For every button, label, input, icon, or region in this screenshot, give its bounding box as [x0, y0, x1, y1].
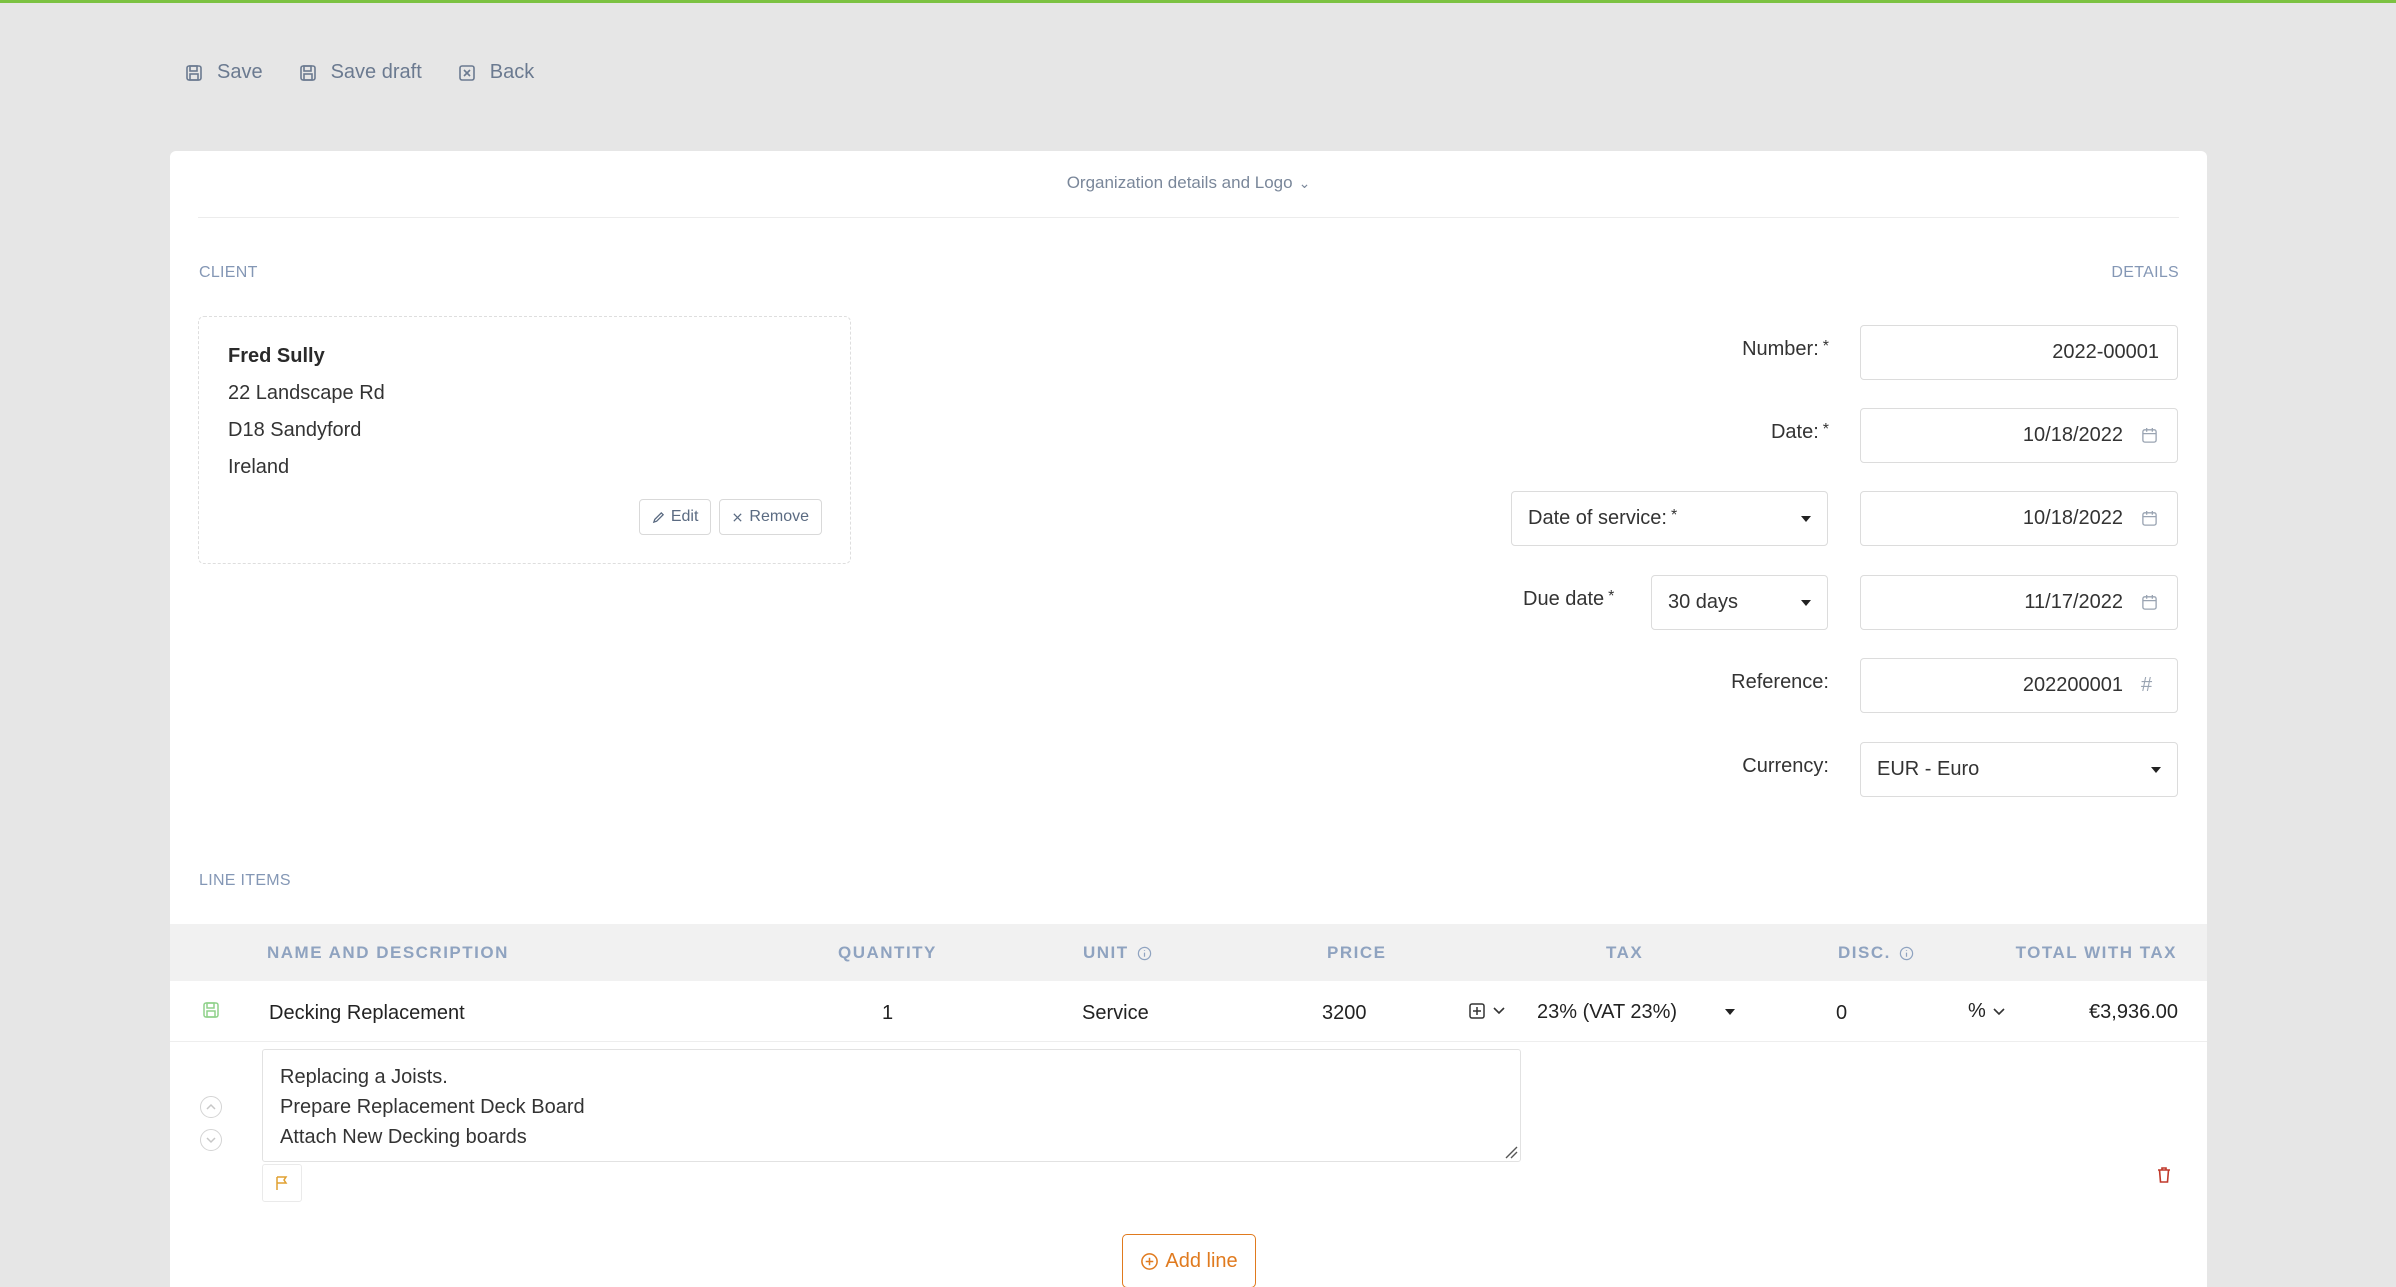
- due-date-input[interactable]: 11/17/2022: [1860, 575, 2178, 630]
- description-line: Replacing a Joists.: [280, 1066, 448, 1088]
- currency-value: EUR - Euro: [1877, 758, 1980, 780]
- service-date-select-value: Date of service: *: [1528, 507, 1678, 529]
- info-icon[interactable]: [1137, 946, 1152, 961]
- caret-down-icon: [2151, 766, 2161, 773]
- client-section-title: CLIENT: [199, 264, 258, 281]
- client-actions: Edit Remove: [638, 499, 822, 535]
- flag-icon: [276, 1176, 288, 1190]
- date-label: Date: *: [1770, 421, 1829, 443]
- due-terms-select[interactable]: 30 days: [1651, 575, 1828, 630]
- close-icon: [733, 512, 743, 522]
- org-details-label: Organization details and Logo: [1066, 173, 1293, 192]
- caret-down-icon: [1801, 599, 1811, 606]
- save-label: Save: [217, 61, 263, 83]
- line-items-section-title: LINE ITEMS: [199, 872, 291, 889]
- save-draft-button[interactable]: Save draft: [299, 61, 422, 84]
- col-quantity-header: QUANTITY: [838, 943, 937, 962]
- due-terms-value: 30 days: [1668, 591, 1739, 613]
- row-divider: [170, 1041, 2207, 1042]
- item-tax-select[interactable]: 23% (VAT 23%): [1537, 993, 1747, 1031]
- calendar-icon: [2141, 427, 2159, 445]
- date-input[interactable]: 10/18/2022: [1860, 408, 2178, 463]
- chevron-down-icon: [1993, 1007, 2005, 1015]
- number-input[interactable]: 2022-00001: [1860, 325, 2178, 380]
- service-date-select[interactable]: Date of service: *: [1511, 491, 1828, 546]
- discount-type-select[interactable]: %: [1968, 1000, 2006, 1023]
- hash-icon: #: [2141, 674, 2153, 696]
- client-country: Ireland: [228, 456, 290, 478]
- back-button[interactable]: Back: [458, 61, 534, 84]
- move-up-icon[interactable]: [200, 1096, 222, 1118]
- add-line-button[interactable]: Add line: [1122, 1234, 1256, 1287]
- back-label: Back: [489, 61, 535, 83]
- details-section-title: DETAILS: [2111, 264, 2179, 281]
- item-unit[interactable]: Service: [1082, 1002, 1149, 1025]
- edit-label: Edit: [670, 508, 699, 525]
- calendar-icon: [2141, 510, 2159, 528]
- item-discount[interactable]: 0: [1836, 1002, 1847, 1025]
- currency-label: Currency:: [1742, 755, 1829, 777]
- plus-circle-icon: [1141, 1252, 1159, 1270]
- currency-select[interactable]: EUR - Euro: [1860, 742, 2178, 797]
- move-down-icon[interactable]: [200, 1129, 222, 1151]
- number-value: 2022-00001: [2052, 341, 2159, 363]
- plus-square-icon: [1469, 1003, 1485, 1019]
- reference-value: 202200001: [2022, 674, 2123, 696]
- reference-input[interactable]: 202200001 #: [1860, 658, 2178, 713]
- service-date-value: 10/18/2022: [2022, 507, 2123, 529]
- item-price[interactable]: 3200: [1322, 1002, 1367, 1025]
- save-row-icon[interactable]: [202, 1001, 220, 1019]
- item-name[interactable]: Decking Replacement: [269, 1002, 465, 1025]
- divider: [198, 217, 2179, 218]
- save-draft-label: Save draft: [330, 61, 422, 83]
- trash-icon[interactable]: [2156, 1166, 2172, 1184]
- remove-client-button[interactable]: Remove: [719, 499, 822, 535]
- info-icon[interactable]: [1899, 946, 1914, 961]
- col-tax-header: TAX: [1606, 943, 1644, 962]
- description-line: Attach New Decking boards: [280, 1126, 527, 1148]
- chevron-down-icon: [1493, 1007, 1505, 1015]
- flag-button[interactable]: [262, 1164, 302, 1202]
- col-name-header: NAME AND DESCRIPTION: [267, 943, 509, 962]
- col-total-header: TOTAL WITH TAX: [2015, 943, 2177, 962]
- client-address-line1: 22 Landscape Rd: [228, 382, 385, 404]
- edit-client-button[interactable]: Edit: [638, 499, 712, 535]
- add-line-label: Add line: [1165, 1249, 1238, 1272]
- org-details-toggle[interactable]: Organization details and Logo ⌄: [170, 173, 2207, 193]
- date-value: 10/18/2022: [2022, 424, 2123, 446]
- col-unit-header: UNIT: [1083, 943, 1152, 963]
- due-date-label: Due date *: [1523, 588, 1615, 610]
- due-date-value: 11/17/2022: [2024, 591, 2123, 613]
- invoice-card: Organization details and Logo ⌄ CLIENT DE…: [170, 151, 2207, 1287]
- remove-label: Remove: [749, 508, 809, 525]
- resize-handle-icon[interactable]: [1504, 1145, 1518, 1159]
- floppy-icon: [299, 64, 316, 81]
- client-box: Fred Sully 22 Landscape Rd D18 Sandyford…: [198, 316, 851, 564]
- client-name: Fred Sully: [228, 345, 325, 367]
- col-price-header: PRICE: [1327, 943, 1387, 962]
- item-total: €3,936.00: [2089, 1001, 2178, 1023]
- line-items-header: NAME AND DESCRIPTION QUANTITY UNIT PRICE…: [170, 924, 2207, 981]
- service-date-input[interactable]: 10/18/2022: [1860, 491, 2178, 546]
- floppy-icon: [186, 64, 202, 81]
- calendar-icon: [2141, 594, 2159, 612]
- reference-label: Reference:: [1731, 671, 1829, 693]
- number-label: Number: *: [1742, 338, 1829, 360]
- close-box-icon: [458, 64, 475, 81]
- item-description-textarea[interactable]: Replacing a Joists. Prepare Replacement …: [262, 1049, 1521, 1162]
- description-line: Prepare Replacement Deck Board: [280, 1096, 585, 1118]
- pencil-icon: [652, 511, 664, 523]
- item-quantity[interactable]: 1: [882, 1002, 893, 1025]
- item-tax-value: 23% (VAT 23%): [1537, 1000, 1678, 1023]
- caret-down-icon: [1801, 515, 1811, 522]
- price-mode-toggle[interactable]: [1468, 1002, 1506, 1020]
- col-disc-header: DISC.: [1838, 943, 1914, 963]
- save-button[interactable]: Save: [185, 61, 263, 84]
- toolbar: Save Save draft Back: [185, 61, 534, 84]
- discount-type-value: %: [1968, 1000, 1986, 1022]
- double-chevron-down-icon: ⌄: [1298, 175, 1311, 191]
- caret-down-icon: [1725, 1009, 1735, 1015]
- client-address-line2: D18 Sandyford: [228, 419, 362, 441]
